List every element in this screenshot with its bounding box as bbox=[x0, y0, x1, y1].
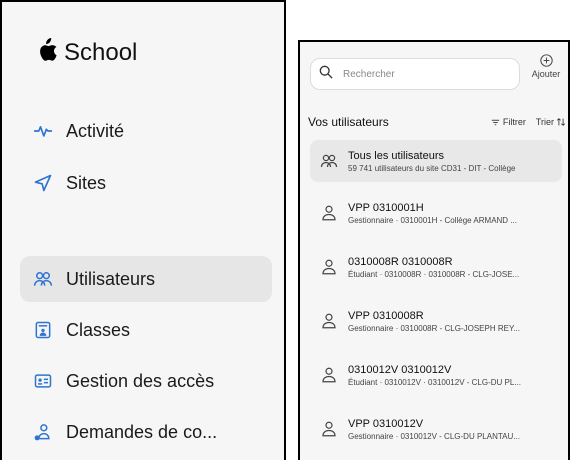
add-circle-icon bbox=[539, 54, 553, 67]
person-icon bbox=[318, 310, 340, 332]
sidebar: School Activité Sites Utilisateurs Class… bbox=[0, 0, 286, 460]
row-title: Tous les utilisateurs bbox=[348, 149, 444, 162]
sidebar-item-label: Gestion des accès bbox=[66, 370, 215, 391]
list-header: Vos utilisateurs Filtrer Trier bbox=[308, 114, 566, 130]
sidebar-item-label: Utilisateurs bbox=[66, 268, 156, 289]
search-icon bbox=[319, 65, 333, 84]
person-icon bbox=[318, 364, 340, 386]
sidebar-item-demandes[interactable]: Demandes de co... bbox=[20, 409, 272, 455]
users-panel: Ajouter Vos utilisateurs Filtrer Trier T… bbox=[298, 40, 570, 460]
filter-button[interactable]: Filtrer bbox=[491, 117, 526, 127]
sidebar-item-classes[interactable]: Classes bbox=[20, 307, 272, 353]
filter-label: Filtrer bbox=[502, 117, 526, 127]
person-icon bbox=[318, 202, 340, 224]
classroom-icon bbox=[32, 319, 54, 341]
search-input[interactable] bbox=[341, 67, 495, 81]
filter-icon bbox=[491, 119, 500, 125]
row-subtitle: Étudiant · 0310008R · 0310008R - CLG-JOS… bbox=[348, 269, 520, 279]
row-subtitle: Gestionnaire · 0310008R - CLG-JOSEPH REY… bbox=[348, 323, 520, 333]
sidebar-item-activite[interactable]: Activité bbox=[20, 108, 272, 154]
sort-label: Trier bbox=[535, 117, 554, 127]
row-title: 0310008R 0310008R bbox=[348, 255, 453, 268]
list-item[interactable]: VPP 0310001H Gestionnaire · 0310001H - C… bbox=[310, 192, 562, 234]
id-card-icon bbox=[32, 370, 54, 392]
sort-arrows-icon bbox=[556, 118, 566, 126]
list-item[interactable]: VPP 0310008R Gestionnaire · 0310008R - C… bbox=[310, 300, 562, 342]
sidebar-item-utilisateurs[interactable]: Utilisateurs bbox=[20, 256, 272, 302]
add-label: Ajouter bbox=[531, 69, 561, 79]
sort-button[interactable]: Trier bbox=[536, 117, 566, 127]
row-title: VPP 0310008R bbox=[348, 309, 424, 322]
row-subtitle: 59 741 utilisateurs du site CD31 - DIT -… bbox=[348, 163, 516, 173]
sidebar-item-label: Classes bbox=[66, 319, 131, 340]
users-icon bbox=[318, 150, 340, 172]
users-icon bbox=[32, 268, 54, 290]
list-item[interactable]: 0310008R 0310008R Étudiant · 0310008R · … bbox=[310, 246, 562, 288]
person-icon bbox=[318, 418, 340, 440]
brand: School bbox=[36, 38, 137, 68]
person-icon bbox=[318, 256, 340, 278]
sidebar-item-label: Activité bbox=[66, 120, 125, 141]
activity-icon bbox=[32, 120, 54, 142]
sidebar-item-sites[interactable]: Sites bbox=[20, 160, 272, 206]
apple-logo-icon bbox=[36, 38, 58, 68]
row-subtitle: Gestionnaire · 0310001H - Collège ARMAND… bbox=[348, 215, 517, 225]
sidebar-item-label: Sites bbox=[66, 172, 107, 193]
row-title: VPP 0310001H bbox=[348, 201, 424, 214]
sidebar-item-gestion-des-acces[interactable]: Gestion des accès bbox=[20, 358, 272, 404]
location-arrow-icon bbox=[32, 172, 54, 194]
row-title: VPP 0310012V bbox=[348, 417, 424, 430]
list-item[interactable]: VPP 0310012V Gestionnaire · 0310012V - C… bbox=[310, 408, 562, 450]
brand-name: School bbox=[64, 39, 138, 66]
row-subtitle: Étudiant · 0310012V · 0310012V - CLG-DU … bbox=[348, 377, 521, 387]
person-request-icon bbox=[32, 421, 54, 443]
row-title: 0310012V 0310012V bbox=[348, 363, 452, 376]
list-title: Vos utilisateurs bbox=[308, 115, 389, 129]
add-user-button[interactable]: Ajouter bbox=[526, 54, 566, 90]
row-subtitle: Gestionnaire · 0310012V - CLG-DU PLANTAU… bbox=[348, 431, 520, 441]
search-bar[interactable] bbox=[310, 58, 520, 90]
sidebar-item-label: Demandes de co... bbox=[66, 421, 218, 442]
list-item-all-users[interactable]: Tous les utilisateurs 59 741 utilisateur… bbox=[310, 140, 562, 182]
list-item[interactable]: 0310012V 0310012V Étudiant · 0310012V · … bbox=[310, 354, 562, 396]
